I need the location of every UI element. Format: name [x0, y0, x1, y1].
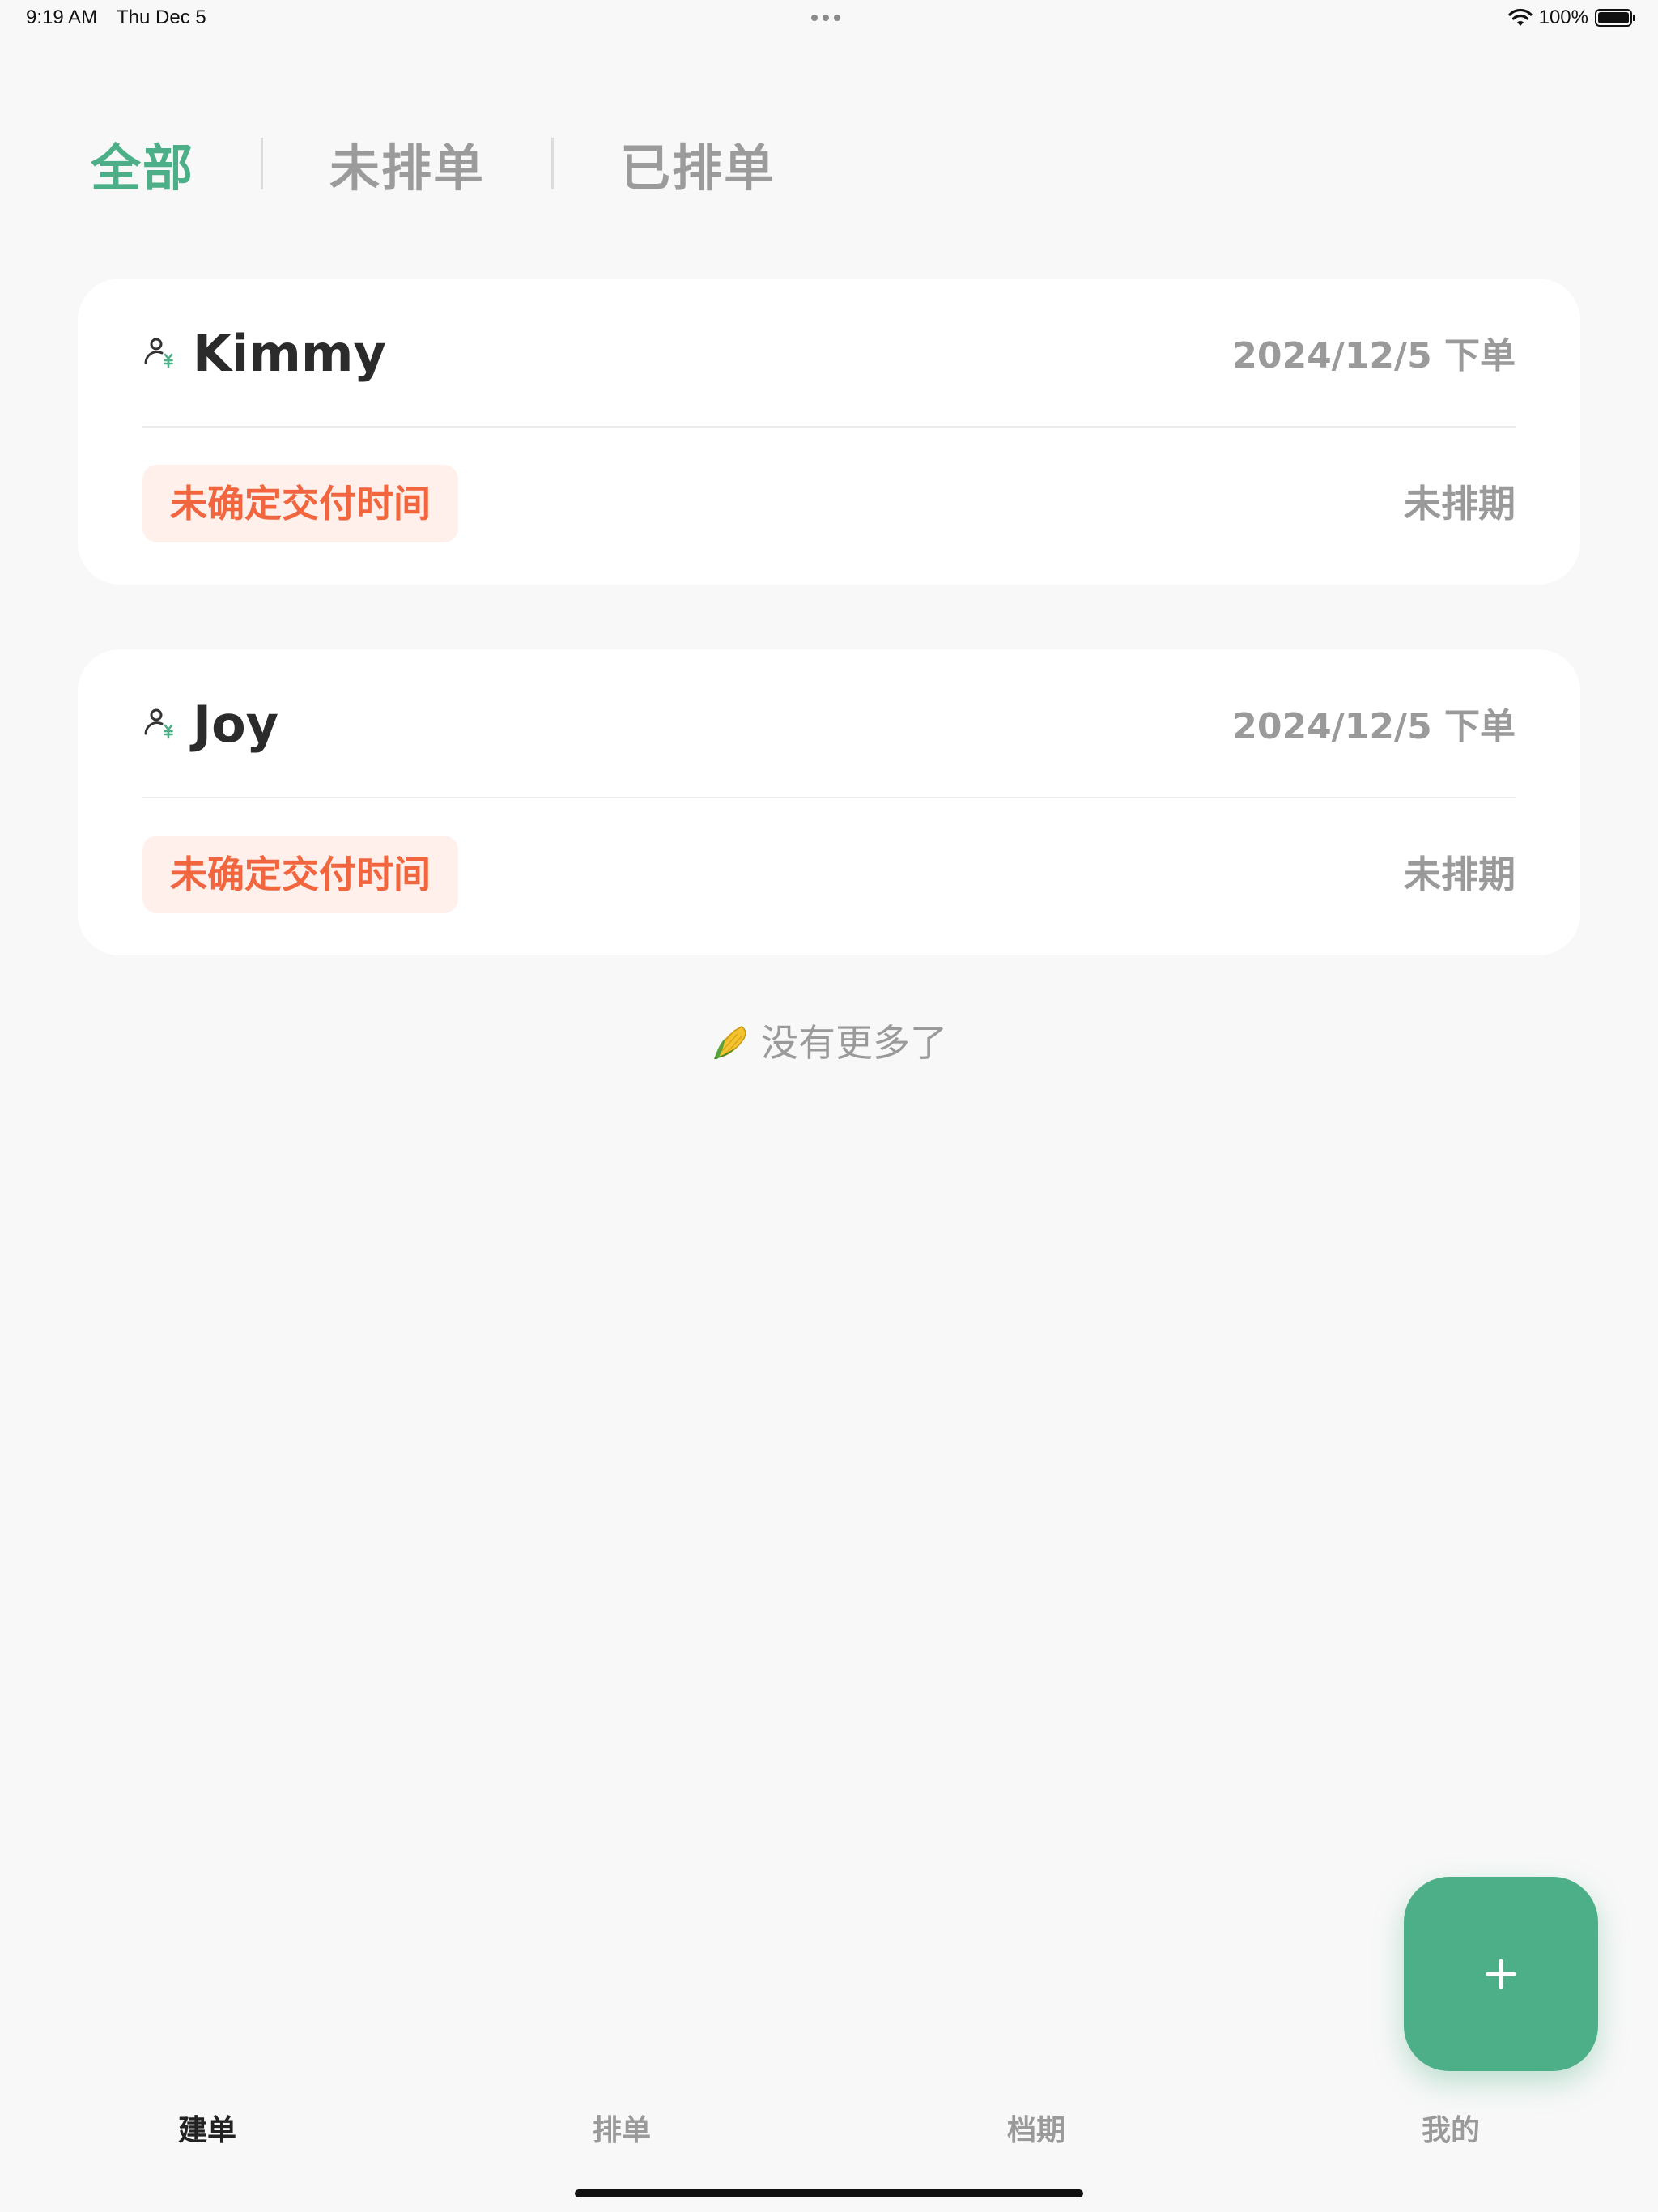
delivery-status-badge: 未确定交付时间	[142, 465, 458, 542]
multitasking-dots-icon[interactable]	[811, 15, 840, 21]
tab-divider	[261, 138, 264, 189]
tab-unscheduled[interactable]: 未排单	[329, 127, 485, 200]
wifi-icon	[1508, 8, 1533, 26]
status-date: Thu Dec 5	[117, 6, 206, 28]
add-order-button[interactable]	[1404, 1877, 1598, 2071]
customer-name: Kimmy	[193, 324, 386, 383]
order-card-header: Kimmy 2024/12/5 下单	[142, 279, 1516, 428]
customer-name: Joy	[193, 695, 279, 754]
corn-icon	[714, 1026, 746, 1059]
plus-icon	[1486, 1959, 1516, 1989]
order-date: 2024/12/5 下单	[1232, 706, 1516, 747]
nav-item-profile[interactable]: 我的	[1244, 2107, 1658, 2155]
customer-payment-icon	[144, 708, 173, 739]
schedule-status: 未排期	[1404, 853, 1516, 896]
schedule-status: 未排期	[1404, 482, 1516, 525]
order-card-header: Joy 2024/12/5 下单	[142, 649, 1516, 798]
customer-payment-icon	[144, 338, 173, 368]
tab-divider	[551, 138, 555, 189]
battery-percentage: 100%	[1538, 6, 1588, 28]
list-end-text: 没有更多了	[761, 1021, 947, 1065]
status-time: 9:19 AM	[26, 6, 98, 28]
order-card[interactable]: Kimmy 2024/12/5 下单 未确定交付时间 未排期	[78, 279, 1580, 585]
filter-tabs: 全部 未排单 已排单	[91, 130, 776, 198]
order-card[interactable]: Joy 2024/12/5 下单 未确定交付时间 未排期	[78, 649, 1580, 955]
tab-all[interactable]: 全部	[91, 127, 194, 200]
order-date: 2024/12/5 下单	[1232, 335, 1516, 376]
status-indicators: 100%	[1508, 6, 1635, 29]
home-indicator[interactable]	[575, 2189, 1083, 2197]
nav-item-scheduling[interactable]: 排单	[414, 2107, 829, 2155]
tab-scheduled[interactable]: 已排单	[620, 127, 776, 200]
bottom-nav: 建单 排单 档期 我的	[0, 2107, 1658, 2155]
battery-full-icon	[1595, 9, 1635, 27]
status-bar: 9:19 AM Thu Dec 5 100%	[0, 0, 1658, 39]
list-end-note: 没有更多了	[0, 1019, 1658, 1067]
delivery-status-badge: 未确定交付时间	[142, 836, 458, 913]
nav-item-create-order[interactable]: 建单	[0, 2107, 414, 2155]
nav-item-calendar[interactable]: 档期	[829, 2107, 1244, 2155]
